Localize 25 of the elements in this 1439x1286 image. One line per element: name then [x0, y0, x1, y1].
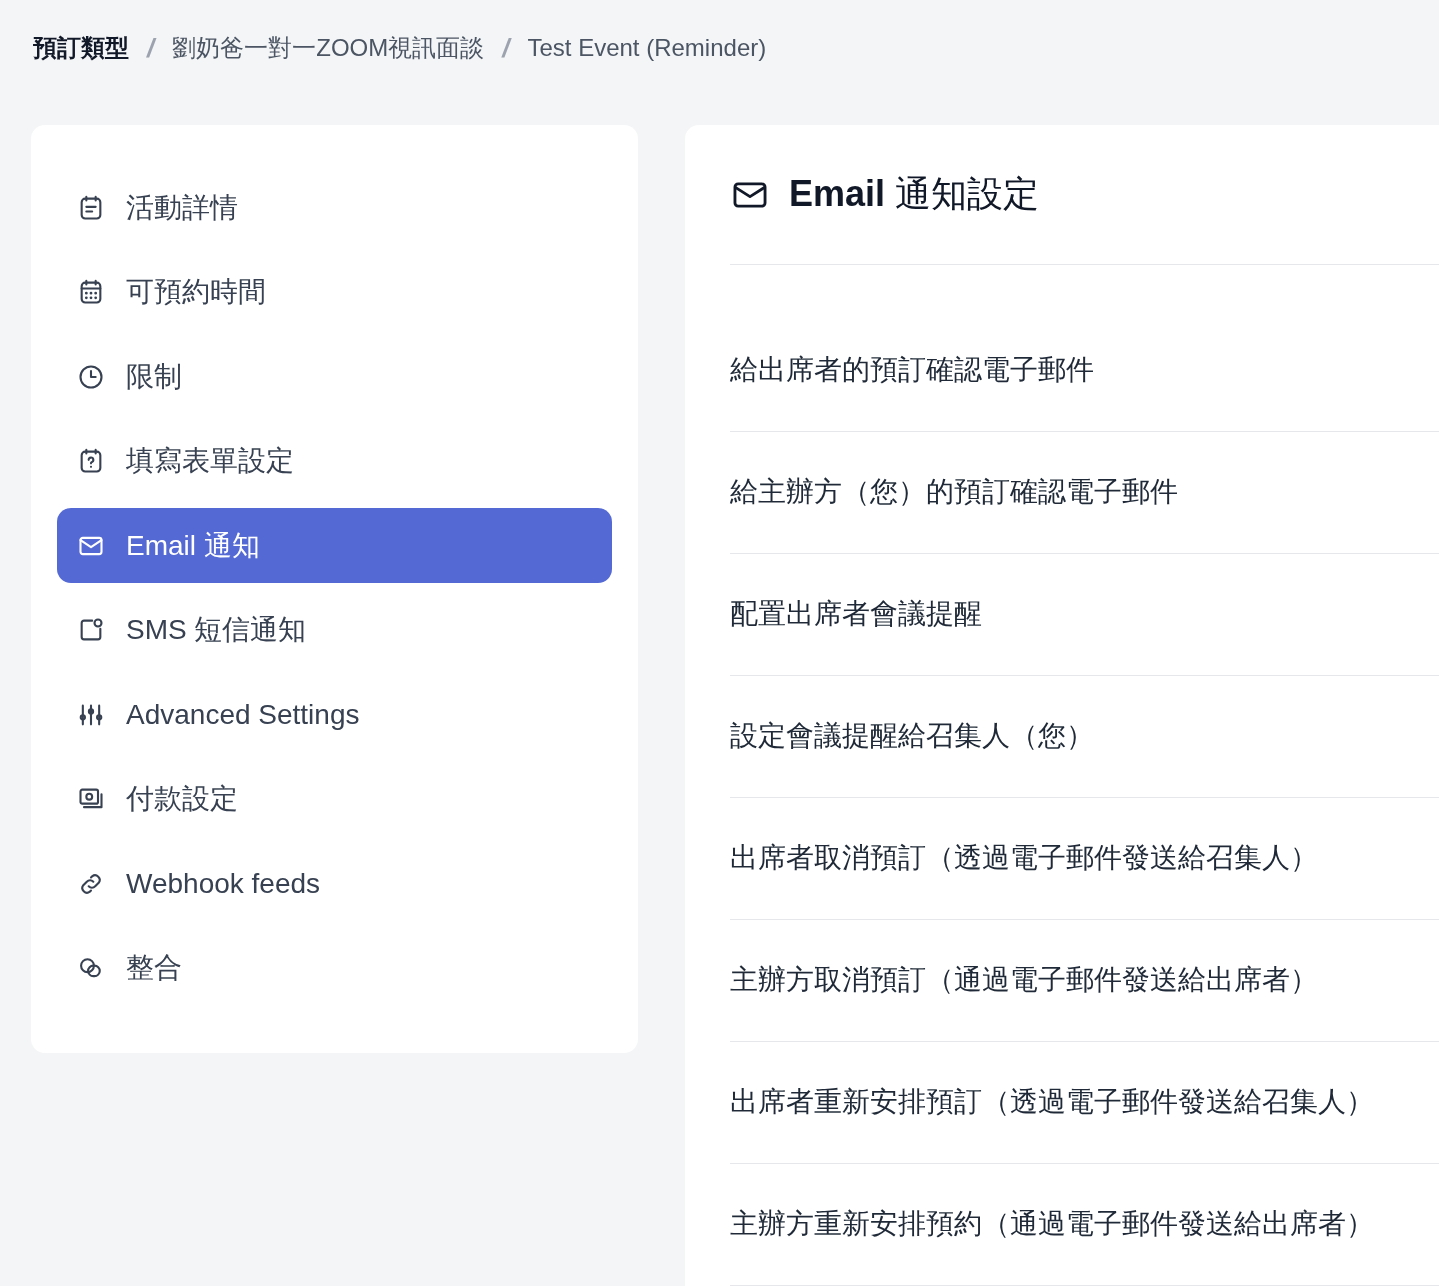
sidebar-item[interactable]: Advanced Settings [57, 677, 612, 752]
notification-row[interactable]: 給出席者的預訂確認電子郵件 [730, 310, 1439, 432]
breadcrumb-separator: / [502, 32, 510, 64]
panel-title: Email 通知設定 [789, 172, 1040, 216]
notification-row[interactable]: 配置出席者會議提醒 [730, 554, 1439, 676]
notification-row[interactable]: 出席者重新安排預訂（透過電子郵件發送給召集人） [730, 1042, 1439, 1164]
breadcrumb-link[interactable]: Test Event (Reminder) [527, 34, 767, 62]
sidebar-item[interactable]: SMS 短信通知 [57, 592, 612, 668]
breadcrumb-link[interactable]: 劉奶爸一對一ZOOM視訊面談 [172, 32, 485, 64]
notification-row[interactable]: 主辦方取消預訂（通過電子郵件發送給出席者） [730, 920, 1439, 1042]
sidebar-item[interactable]: 可預約時間 [57, 254, 612, 330]
sidebar-item[interactable]: 活動詳情 [57, 170, 612, 245]
notification-row[interactable]: 設定會議提醒給召集人（您） [730, 676, 1439, 798]
breadcrumb-separator: / [147, 32, 155, 64]
sidebar-item[interactable]: 限制 [57, 339, 612, 414]
breadcrumb-link[interactable]: 預訂類型 [33, 32, 129, 64]
notification-row[interactable]: 給主辦方（您）的預訂確認電子郵件 [730, 432, 1439, 554]
sidebar-item[interactable]: Email 通知 [57, 508, 612, 583]
sidebar-item[interactable]: 填寫表單設定 [57, 423, 612, 499]
sidebar-item[interactable]: 付款設定 [57, 761, 612, 837]
sidebar-item[interactable]: 整合 [57, 930, 612, 1006]
notification-row[interactable]: 主辦方重新安排預約（通過電子郵件發送給出席者） [730, 1164, 1439, 1286]
sidebar-item[interactable]: Webhook feeds [57, 846, 612, 921]
clock-icon [77, 362, 105, 391]
notification-row[interactable]: 出席者取消預訂（透過電子郵件發送給召集人） [730, 798, 1439, 920]
